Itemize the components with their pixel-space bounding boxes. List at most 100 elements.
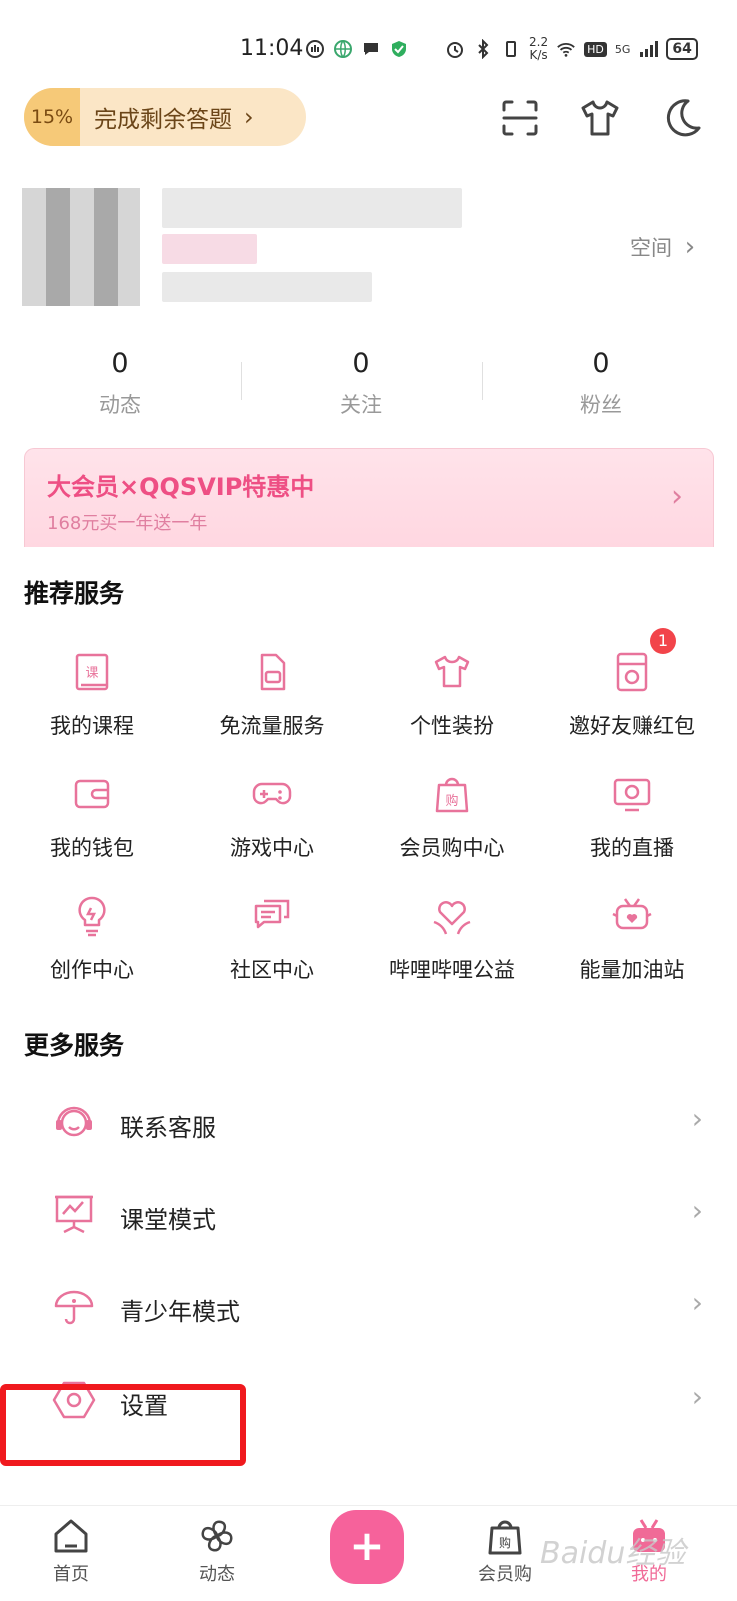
service-community[interactable]: 社区中心 [180, 894, 364, 984]
stat-following[interactable]: 0 关注 [301, 348, 421, 419]
service-creator-center[interactable]: 创作中心 [0, 894, 184, 984]
settings-highlight-box [0, 1384, 246, 1466]
vip-title: 大会员×QQSVIP特惠中 [47, 473, 315, 501]
tv-heart-icon [612, 898, 652, 930]
nav-home[interactable]: 首页 [26, 1516, 116, 1586]
list-item-classroom-mode[interactable]: 课堂模式 › [0, 1168, 737, 1262]
scan-icon[interactable] [498, 96, 542, 140]
nav-label: 动态 [199, 1564, 235, 1585]
divider [241, 362, 242, 400]
moon-icon[interactable] [660, 96, 704, 140]
service-game-center[interactable]: 游戏中心 [180, 772, 364, 862]
lightbulb-icon [78, 896, 106, 937]
recommended-title: 推荐服务 [24, 579, 125, 608]
course-icon: 课 [75, 653, 109, 691]
service-label: 游戏中心 [230, 836, 314, 860]
service-label: 我的课程 [50, 714, 134, 738]
quiz-text: 完成剩余答题 [94, 107, 232, 133]
service-label: 会员购中心 [399, 836, 505, 860]
list-item-customer-service[interactable]: 联系客服 › [0, 1076, 737, 1170]
gamepad-icon [252, 782, 292, 805]
message-icon [361, 39, 381, 59]
service-wallet[interactable]: 我的钱包 [0, 772, 184, 862]
net-speed: 2.2 K/s [529, 35, 549, 62]
tshirt-icon[interactable] [578, 96, 622, 140]
quiz-progress-pill[interactable]: 15% 完成剩余答题 › [24, 88, 306, 146]
user-info-redacted [162, 272, 372, 302]
hand-icon [305, 39, 325, 59]
service-dress-up[interactable]: 个性装扮 [360, 650, 544, 740]
chevron-right-icon: › [244, 103, 254, 131]
home-icon [54, 1519, 88, 1553]
service-label: 邀好友赚红包 [569, 714, 695, 738]
service-label: 我的钱包 [50, 836, 134, 860]
service-vip-shop[interactable]: 购 会员购中心 [360, 772, 544, 862]
status-time: 11:04 [240, 36, 304, 61]
globe-icon [333, 39, 353, 59]
space-label: 空间 [630, 236, 672, 260]
chat-icon [254, 899, 290, 929]
nav-dynamics[interactable]: 动态 [172, 1516, 262, 1586]
stat-label: 动态 [99, 393, 141, 417]
list-item-teen-mode[interactable]: 青少年模式 › [0, 1260, 737, 1354]
wallet-icon [74, 779, 110, 809]
nav-label: 首页 [53, 1564, 89, 1585]
chevron-right-icon: › [691, 1194, 703, 1227]
stat-fans[interactable]: 0 粉丝 [541, 348, 661, 419]
signal-type: 5G [614, 42, 631, 56]
presentation-icon [55, 1195, 93, 1234]
service-my-course[interactable]: 课 我的课程 [0, 650, 184, 740]
nav-vip-shop[interactable]: 购 会员购 [460, 1516, 550, 1586]
service-label: 创作中心 [50, 958, 134, 982]
hd-badge: HD [584, 41, 607, 57]
watermark: Baidu经验 [540, 1536, 686, 1571]
live-tv-icon [613, 778, 651, 812]
space-link[interactable]: 空间 › [630, 232, 695, 262]
stat-value: 0 [111, 348, 129, 379]
svg-text:课: 课 [85, 666, 98, 681]
chevron-right-icon: › [684, 232, 696, 262]
bluetooth-icon [473, 39, 493, 59]
svg-text:购: 购 [445, 793, 458, 809]
stat-value: 0 [592, 348, 610, 379]
chevron-right-icon: › [691, 1380, 703, 1413]
service-charity[interactable]: 哔哩哔哩公益 [360, 894, 544, 984]
tshirt-icon [434, 655, 470, 688]
vibrate-icon [501, 39, 521, 59]
service-energy-station[interactable]: 能量加油站 [540, 894, 724, 984]
service-label: 哔哩哔哩公益 [389, 958, 515, 982]
publish-plus-button[interactable]: + [330, 1510, 404, 1584]
nav-label: 会员购 [478, 1564, 532, 1585]
vip-tag-redacted [162, 234, 257, 264]
chevron-right-icon: › [671, 479, 683, 514]
red-envelope-icon [616, 652, 648, 692]
service-label: 我的直播 [590, 836, 674, 860]
notification-badge: 1 [650, 628, 676, 654]
service-my-live[interactable]: 我的直播 [540, 772, 724, 862]
quiz-percent: 15% [24, 88, 80, 146]
vip-promo-banner[interactable]: 大会员×QQSVIP特惠中 168元买一年送一年 › [24, 448, 714, 547]
shield-icon [389, 39, 409, 59]
headset-icon [56, 1106, 92, 1137]
signal-icon [638, 39, 659, 59]
heart-hands-icon [433, 901, 471, 935]
stat-label: 关注 [340, 393, 382, 417]
battery-level: 64 [666, 38, 698, 60]
chevron-right-icon: › [691, 1102, 703, 1135]
avatar[interactable] [22, 188, 140, 306]
service-free-data[interactable]: 免流量服务 [180, 650, 364, 740]
wifi-icon [556, 39, 576, 59]
svg-text:购: 购 [499, 1535, 511, 1550]
chevron-right-icon: › [691, 1286, 703, 1319]
username-redacted [162, 188, 462, 228]
service-invite-friends[interactable]: 邀好友赚红包 [540, 650, 724, 740]
service-label: 能量加油站 [579, 958, 685, 982]
status-icons: 2.2 K/s HD 5G 64 [305, 36, 698, 62]
pinwheel-icon [201, 1520, 233, 1552]
divider [482, 362, 483, 400]
list-item-label: 青少年模式 [120, 1298, 240, 1326]
shopping-bag-icon: 购 [488, 1520, 522, 1555]
stat-dynamics[interactable]: 0 动态 [60, 348, 180, 419]
list-item-label: 联系客服 [120, 1114, 216, 1142]
list-item-label: 课堂模式 [120, 1206, 216, 1234]
